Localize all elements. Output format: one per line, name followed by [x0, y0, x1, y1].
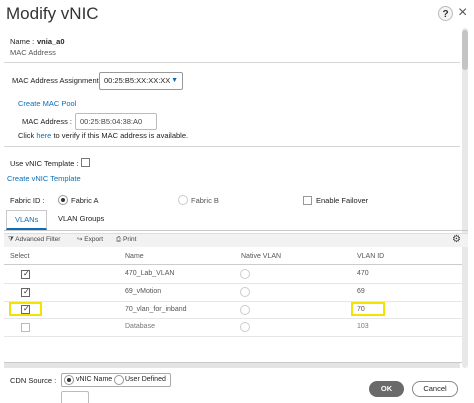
row-divider — [4, 283, 462, 284]
row-divider — [4, 301, 462, 302]
row-divider — [4, 336, 462, 337]
create-mac-pool-link[interactable]: Create MAC Pool — [18, 99, 76, 108]
row-select-checkbox[interactable] — [21, 287, 30, 297]
print-button[interactable]: ⎙ Print — [116, 233, 136, 247]
row-select-checkbox[interactable] — [21, 323, 30, 332]
column-header-name[interactable]: Name — [125, 253, 144, 260]
cancel-button[interactable]: Cancel — [412, 381, 458, 397]
vlan-id: 69 — [357, 288, 365, 295]
export-button[interactable]: ↪ Export — [77, 233, 103, 247]
column-header-native-vlan[interactable]: Native VLAN — [241, 253, 281, 260]
fabric-b-radio[interactable] — [178, 195, 188, 205]
cdn-vnic-name-label: vNIC Name — [76, 376, 113, 383]
vlan-name: Database — [125, 323, 155, 330]
print-label: Print — [123, 236, 137, 243]
fabric-a-label: Fabric A — [71, 196, 99, 205]
fabric-a-radio[interactable] — [58, 195, 68, 205]
verify-suffix: to verify if this MAC address is availab… — [53, 131, 189, 140]
cdn-source-label: CDN Source : — [10, 376, 57, 385]
vlan-name: 69_vMotion — [125, 288, 162, 295]
native-vlan-radio[interactable] — [240, 269, 250, 279]
create-vnic-template-link[interactable]: Create vNIC Template — [7, 174, 81, 183]
row-select-checkbox[interactable] — [21, 304, 30, 314]
fabric-id-label: Fabric ID : — [10, 196, 45, 205]
table-toolbar — [4, 233, 468, 247]
partial-input-field[interactable] — [61, 391, 89, 403]
tab-underline — [4, 230, 468, 231]
export-label: Export — [84, 236, 104, 243]
vlan-name: 70_vlan_for_inband — [125, 306, 187, 313]
cdn-vnic-name-radio[interactable] — [64, 375, 74, 385]
verify-prefix: Click — [18, 131, 35, 140]
verify-here-link[interactable]: here — [36, 131, 51, 140]
vlan-id: 470 — [357, 270, 369, 277]
vnic-template-label: Use vNIC Template : — [10, 159, 79, 168]
divider — [4, 62, 460, 63]
name-label: Name : — [10, 37, 35, 46]
print-icon: ⎙ — [116, 236, 122, 243]
mac-assignment-value: 00:25:B5:XX:XX:XX — [104, 76, 171, 85]
column-header-select[interactable]: Select — [10, 253, 29, 260]
help-icon[interactable]: ? — [438, 6, 453, 21]
mac-address-label: MAC Address : — [22, 117, 73, 126]
native-vlan-radio[interactable] — [240, 287, 250, 297]
tab-vlans[interactable]: VLANs — [6, 210, 48, 230]
vertical-scrollbar[interactable] — [462, 28, 468, 368]
header-divider — [4, 264, 462, 265]
dialog-title: Modify vNIC — [6, 4, 99, 23]
advanced-filter-label: Advanced Filter — [15, 236, 61, 243]
ok-button[interactable]: OK — [369, 381, 404, 397]
mac-assignment-select[interactable]: 00:25:B5:XX:XX:XX ▼ — [99, 72, 183, 90]
gear-icon[interactable]: ⚙ — [452, 233, 461, 247]
cdn-user-defined-label: User Defined — [125, 376, 166, 383]
mac-address-field[interactable]: 00:25:B5:04:38:A0 — [75, 113, 157, 130]
scrollbar-thumb[interactable] — [462, 30, 468, 70]
tab-vlan-groups[interactable]: VLAN Groups — [50, 210, 112, 230]
close-icon[interactable]: × — [458, 5, 467, 21]
filter-icon: ⧩ — [8, 236, 14, 243]
row-divider — [4, 318, 462, 319]
advanced-filter-button[interactable]: ⧩ Advanced Filter — [8, 233, 60, 247]
chevron-down-icon: ▼ — [171, 77, 178, 84]
native-vlan-radio[interactable] — [240, 305, 250, 315]
enable-failover-label: Enable Failover — [316, 196, 369, 205]
row-select-checkbox[interactable] — [21, 269, 30, 279]
verify-mac-text: Click here to verify if this MAC address… — [18, 131, 188, 140]
vlan-id: 103 — [357, 323, 369, 330]
mac-section-heading: MAC Address — [10, 48, 56, 57]
fabric-b-label: Fabric B — [191, 196, 219, 205]
cdn-user-defined-radio[interactable] — [114, 375, 124, 385]
vnic-template-checkbox[interactable] — [81, 158, 90, 167]
export-icon: ↪ — [77, 236, 83, 243]
vlan-id: 70 — [357, 306, 365, 313]
horizontal-scrollbar[interactable] — [4, 363, 460, 368]
mac-assignment-label: MAC Address Assignment: — [12, 76, 101, 85]
name-value: vnia_a0 — [37, 37, 65, 46]
vlan-name: 470_Lab_VLAN — [125, 270, 175, 277]
divider — [4, 146, 460, 147]
column-header-vlan-id[interactable]: VLAN ID — [357, 253, 384, 260]
native-vlan-radio[interactable] — [240, 322, 250, 332]
enable-failover-checkbox[interactable] — [303, 196, 312, 205]
